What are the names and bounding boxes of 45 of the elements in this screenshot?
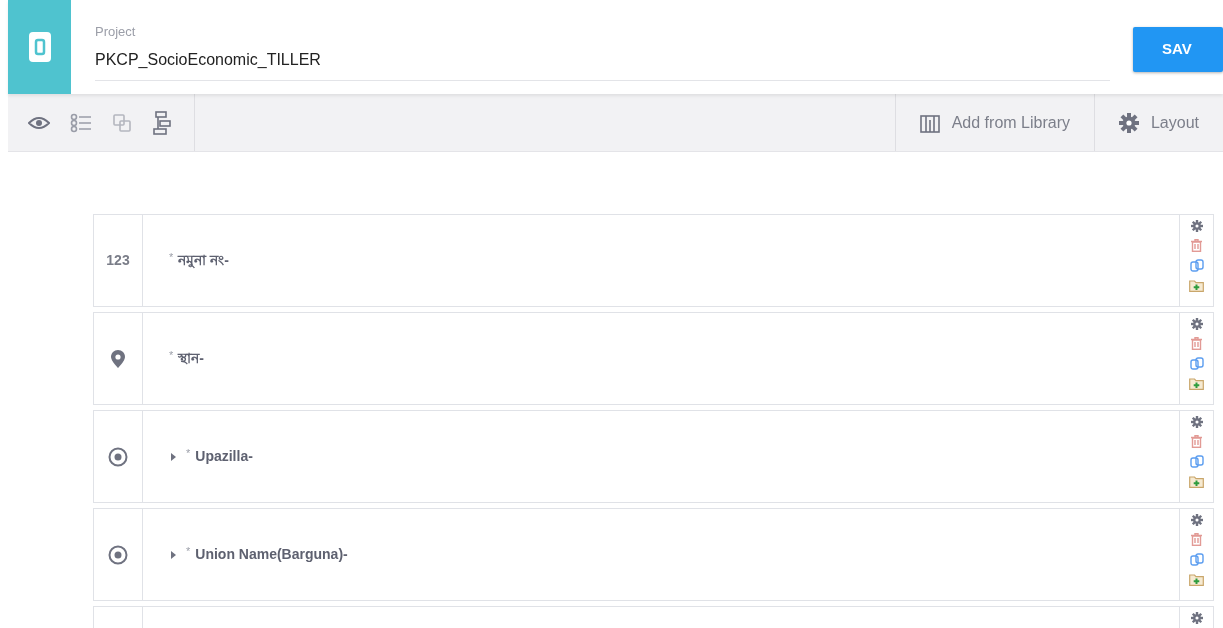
radio-button-icon [108,544,128,565]
add-to-folder-icon[interactable] [1189,476,1204,488]
delete-icon[interactable] [1191,435,1202,448]
add-to-folder-icon[interactable] [1189,280,1204,292]
settings-icon[interactable] [1190,612,1203,624]
delete-icon[interactable] [1191,239,1202,252]
duplicate-icon[interactable] [1189,553,1204,567]
question-label: স্থান- [178,349,204,368]
list-icon[interactable] [70,112,92,133]
required-mark: * [186,544,191,560]
add-to-folder-icon[interactable] [1189,378,1204,390]
eye-icon[interactable] [28,115,50,130]
field-label: Project [95,23,137,41]
caret-right-icon[interactable] [169,550,177,559]
question-label: নমুনা নং- [178,251,229,270]
flowchart-icon[interactable] [152,110,172,135]
duplicate-icon[interactable] [1189,455,1204,469]
number-type-icon: 123 [106,250,130,271]
library-icon [919,112,940,133]
required-mark: * [169,250,174,266]
layout-button[interactable]: Layout [1093,94,1223,151]
question-card[interactable]: * Union Name(Barguna)- [93,508,1214,601]
location-pin-icon [111,349,125,368]
duplicate-icon[interactable] [1189,259,1204,273]
question-label: Upazilla- [195,447,253,466]
settings-icon[interactable] [1190,514,1203,526]
question-card[interactable]: * স্থান- [93,312,1214,405]
delete-icon[interactable] [1191,337,1202,350]
duplicate-icon[interactable] [1189,357,1204,371]
question-label: Union Name(Barguna)- [195,545,348,564]
question-card[interactable]: * Upazilla- [93,410,1214,503]
add-to-folder-icon[interactable] [1189,574,1204,586]
settings-icon[interactable] [1190,416,1203,428]
required-mark: * [169,348,174,364]
radio-button-icon [108,446,128,467]
project-name-field[interactable]: PKCP_SocioEconomic_TILLER [95,41,1110,81]
delete-icon[interactable] [1191,533,1202,546]
question-card[interactable]: 123 * নমুনা নং- [93,214,1214,307]
save-button[interactable]: SAV [1133,27,1223,72]
settings-icon[interactable] [1190,318,1203,330]
phone-icon [28,32,51,62]
required-mark: * [186,446,191,462]
caret-right-icon[interactable] [169,452,177,461]
settings-icon[interactable] [1190,220,1203,232]
add-from-library-button[interactable]: Add from Library [894,94,1094,151]
